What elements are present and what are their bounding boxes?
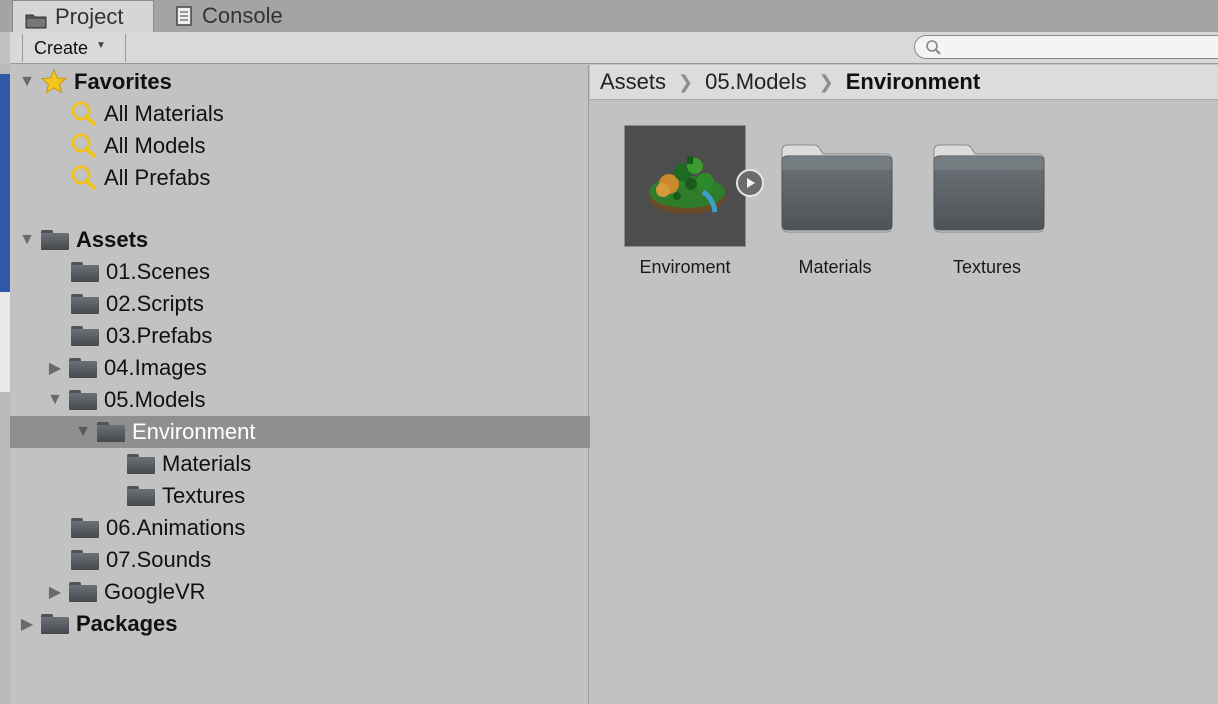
tree-item-label: Packages [76, 611, 178, 636]
tree-item-label: 05.Models [104, 387, 206, 412]
folder-icon [70, 261, 100, 283]
asset-caption: Materials [798, 257, 872, 277]
folder-icon [781, 144, 893, 233]
tree-item-label: All Models [104, 133, 206, 158]
search-filter-icon [70, 133, 100, 159]
tab-console[interactable]: Console [176, 0, 283, 32]
tree-item-sounds[interactable]: 07.Sounds [10, 544, 648, 576]
tree-item-label: 06.Animations [106, 515, 246, 540]
tree-item-label: All Prefabs [104, 165, 211, 190]
tree-item-googlevr[interactable]: ▶ GoogleVR [10, 576, 624, 608]
tree-item-label: Textures [162, 483, 246, 508]
expand-arrow-icon[interactable]: ▶ [18, 615, 36, 633]
tree-item-label: 02.Scripts [106, 291, 204, 316]
expand-arrow-icon[interactable]: ▼ [18, 231, 36, 249]
search-input[interactable] [914, 35, 1218, 59]
tree-item-label: Assets [76, 227, 149, 252]
tree-item-label: Materials [162, 451, 252, 476]
folder-icon [25, 9, 47, 28]
star-icon [40, 68, 68, 96]
expand-arrow-icon[interactable]: ▶ [46, 359, 64, 377]
tree-item-label: 01.Scenes [106, 259, 210, 284]
expand-asset-play-icon[interactable] [736, 169, 764, 197]
tree-item-label: GoogleVR [104, 579, 206, 604]
chevron-right-icon: ❯ [818, 71, 834, 92]
tree-item-label: Favorites [74, 69, 172, 94]
folder-icon [40, 613, 70, 635]
chevron-down-icon: ▼ [96, 39, 106, 51]
collapse-arrow-icon[interactable]: ▼ [46, 391, 64, 409]
asset-browser: Assets ❯ 05.Models ❯ Environment Envirom… [590, 65, 1218, 704]
folder-icon [68, 357, 98, 379]
tree-item-label: Environment [132, 419, 256, 444]
search-filter-icon [70, 165, 100, 191]
expand-arrow-icon[interactable]: ▶ [46, 583, 64, 601]
tree-item-label: 04.Images [104, 355, 207, 380]
tab-project-label: Project [55, 3, 124, 29]
editor-edge-panel [0, 292, 10, 392]
tree-item-packages[interactable]: ▶ Packages [10, 608, 596, 640]
tree-item-label: 07.Sounds [106, 547, 212, 572]
folder-icon [933, 144, 1045, 233]
model-preview-thumbnail [624, 125, 746, 247]
folder-icon [96, 421, 126, 443]
breadcrumb-item-environment[interactable]: Environment [846, 69, 980, 95]
tree-item-animations[interactable]: 06.Animations [10, 512, 648, 544]
project-toolbar: Create ▼ [10, 32, 1218, 64]
tree-item-favorites[interactable]: ▼ Favorites [10, 66, 596, 98]
search-icon [925, 39, 943, 62]
tree-item-label: 03.Prefabs [106, 323, 213, 348]
folder-icon [126, 453, 156, 475]
asset-caption: Enviroment [639, 257, 731, 277]
tree-item-assets[interactable]: ▼ Assets [10, 224, 596, 256]
folder-icon [70, 325, 100, 347]
window-tab-bar: Project Console [0, 0, 1218, 32]
tree-item-scripts[interactable]: 02.Scripts [10, 288, 648, 320]
folder-icon [70, 293, 100, 315]
tree-item-prefabs[interactable]: 03.Prefabs [10, 320, 648, 352]
breadcrumb: Assets ❯ 05.Models ❯ Environment [590, 65, 1218, 100]
breadcrumb-item-models[interactable]: 05.Models [705, 69, 807, 95]
folder-icon [70, 549, 100, 571]
tab-console-label: Console [202, 3, 283, 28]
expand-arrow-icon[interactable]: ▼ [18, 73, 36, 91]
folder-icon [70, 517, 100, 539]
collapse-arrow-icon[interactable]: ▼ [74, 423, 92, 441]
breadcrumb-item-assets[interactable]: Assets [600, 69, 666, 95]
tree-item-scenes[interactable]: 01.Scenes [10, 256, 648, 288]
tree-item-models[interactable]: ▼ 05.Models [10, 384, 624, 416]
folder-icon [126, 485, 156, 507]
tree-item-all-materials[interactable]: All Materials [10, 98, 648, 130]
tab-project[interactable]: Project [12, 0, 154, 32]
folder-icon [40, 229, 70, 251]
tree-item-environment[interactable]: ▼ Environment [10, 416, 652, 448]
tree-item-all-models[interactable]: All Models [10, 130, 648, 162]
create-dropdown-button[interactable]: Create ▼ [22, 34, 126, 62]
create-label: Create [34, 37, 89, 58]
folder-icon [68, 581, 98, 603]
tree-item-images[interactable]: ▶ 04.Images [10, 352, 624, 384]
asset-caption: Textures [952, 257, 1022, 277]
tree-item-all-prefabs[interactable]: All Prefabs [10, 162, 648, 194]
folder-icon [68, 389, 98, 411]
search-filter-icon [70, 101, 100, 127]
project-tree: ▼ Favorites All Materials All Models All… [10, 65, 652, 704]
editor-edge-selection [0, 74, 10, 292]
console-icon [176, 6, 192, 26]
chevron-right-icon: ❯ [678, 71, 694, 92]
tree-item-label: All Materials [104, 101, 224, 126]
